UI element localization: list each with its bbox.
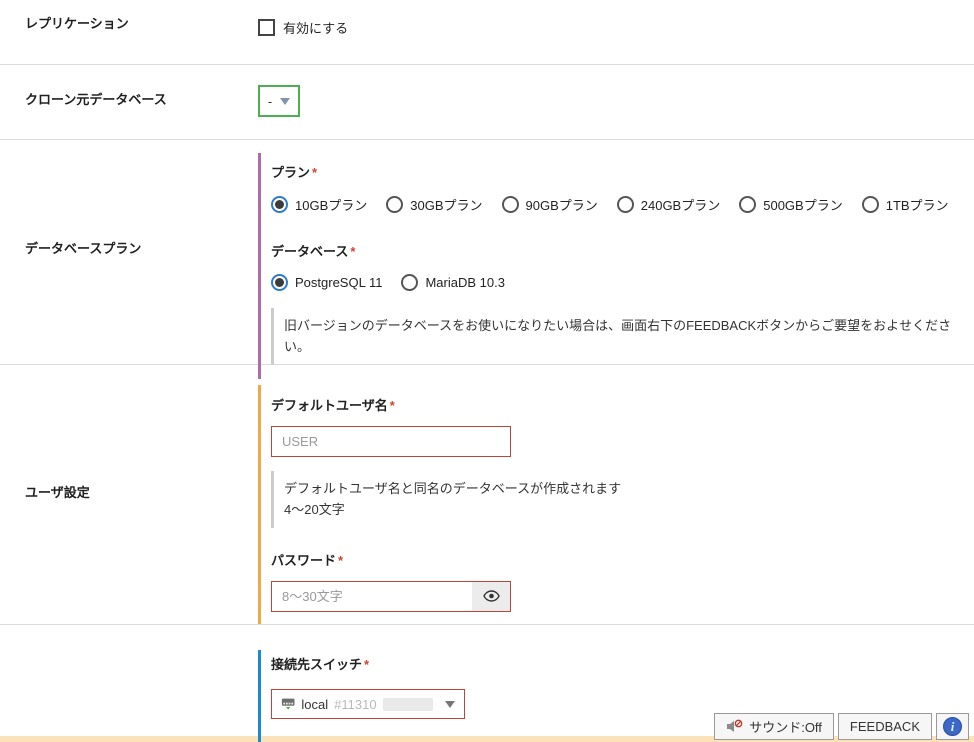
password-visibility-button[interactable] [472, 582, 510, 611]
switch-selected-id: #11310 [334, 697, 376, 712]
clone-source-selected-value: - [268, 94, 272, 109]
required-asterisk: * [364, 657, 369, 672]
replication-enable-checkbox[interactable] [258, 19, 275, 36]
eye-icon [483, 590, 500, 602]
connection-switch-select[interactable]: local #11310 [271, 689, 465, 719]
section-clone-source: クローン元データベース - [0, 65, 974, 140]
sound-toggle-label: サウンド:Off [749, 717, 822, 736]
footer-buttons: サウンド:Off FEEDBACK i [714, 713, 969, 740]
password-input-box [271, 581, 511, 612]
database-create-form: レプリケーション 有効にする クローン元データベース - データベースプラン プ… [0, 0, 974, 742]
password-input[interactable] [272, 582, 472, 611]
database-radio-mariadb[interactable]: MariaDB 10.3 [401, 274, 504, 291]
required-asterisk: * [350, 244, 355, 259]
replication-enable-label: 有効にする [283, 18, 348, 37]
radio-icon [617, 196, 634, 213]
plan-radio-30gb[interactable]: 30GBプラン [386, 195, 482, 214]
plan-radio-500gb[interactable]: 500GBプラン [739, 195, 842, 214]
chevron-down-icon [280, 98, 290, 105]
plan-radio-90gb[interactable]: 90GBプラン [502, 195, 598, 214]
plan-radio-1tb[interactable]: 1TBプラン [862, 195, 949, 214]
feedback-button[interactable]: FEEDBACK [838, 713, 932, 740]
radio-icon [401, 274, 418, 291]
required-asterisk: * [390, 398, 395, 413]
radio-icon [271, 274, 288, 291]
username-note-line1: デフォルトユーザ名と同名のデータベースが作成されます [284, 478, 964, 499]
switch-selected-name: local [301, 697, 328, 712]
database-radio-postgresql[interactable]: PostgreSQL 11 [271, 274, 382, 291]
sound-muted-icon [726, 719, 743, 734]
database-version-note: 旧バージョンのデータベースをお使いになりたい場合は、画面右下のFEEDBACKボ… [271, 308, 974, 365]
chevron-down-icon [445, 701, 455, 708]
info-icon: i [943, 717, 962, 736]
section-database-plan: データベースプラン プラン* 10GBプラン 30GBプラン 90GBプラン 2… [0, 140, 974, 365]
feedback-label: FEEDBACK [850, 719, 920, 734]
section-label-connection-switch [0, 625, 258, 742]
password-field-label: パスワード* [271, 550, 974, 569]
database-radio-group: PostgreSQL 11 MariaDB 10.3 [271, 274, 974, 291]
username-note-line2: 4～20文字 [284, 499, 964, 520]
section-user-settings: ユーザ設定 デフォルトユーザ名* デフォルトユーザ名と同名のデータベースが作成さ… [0, 365, 974, 625]
radio-icon [502, 196, 519, 213]
radio-icon [739, 196, 756, 213]
required-asterisk: * [338, 553, 343, 568]
replication-enable-row[interactable]: 有効にする [258, 18, 974, 37]
radio-icon [862, 196, 879, 213]
required-asterisk: * [312, 165, 317, 180]
section-label-database-plan: データベースプラン [0, 140, 258, 364]
switch-field-label: 接続先スイッチ* [271, 654, 974, 673]
sound-toggle-button[interactable]: サウンド:Off [714, 713, 834, 740]
section-label-clone-source: クローン元データベース [0, 65, 258, 139]
username-input[interactable] [271, 426, 511, 457]
plan-radio-240gb[interactable]: 240GBプラン [617, 195, 720, 214]
plan-radio-10gb[interactable]: 10GBプラン [271, 195, 367, 214]
database-field-label: データベース* [271, 241, 974, 260]
section-label-user-settings: ユーザ設定 [0, 365, 258, 624]
clone-source-select[interactable]: - [258, 85, 300, 117]
info-button[interactable]: i [936, 713, 969, 740]
redacted-switch-id [383, 698, 433, 711]
switch-icon [281, 697, 295, 711]
plan-radio-group: 10GBプラン 30GBプラン 90GBプラン 240GBプラン 500GBプラ… [271, 195, 974, 214]
plan-field-label: プラン* [271, 162, 974, 181]
section-replication: レプリケーション 有効にする [0, 0, 974, 65]
radio-icon [386, 196, 403, 213]
username-note: デフォルトユーザ名と同名のデータベースが作成されます 4～20文字 [271, 471, 974, 528]
section-label-replication: レプリケーション [0, 0, 258, 64]
username-field-label: デフォルトユーザ名* [271, 395, 974, 414]
radio-icon [271, 196, 288, 213]
